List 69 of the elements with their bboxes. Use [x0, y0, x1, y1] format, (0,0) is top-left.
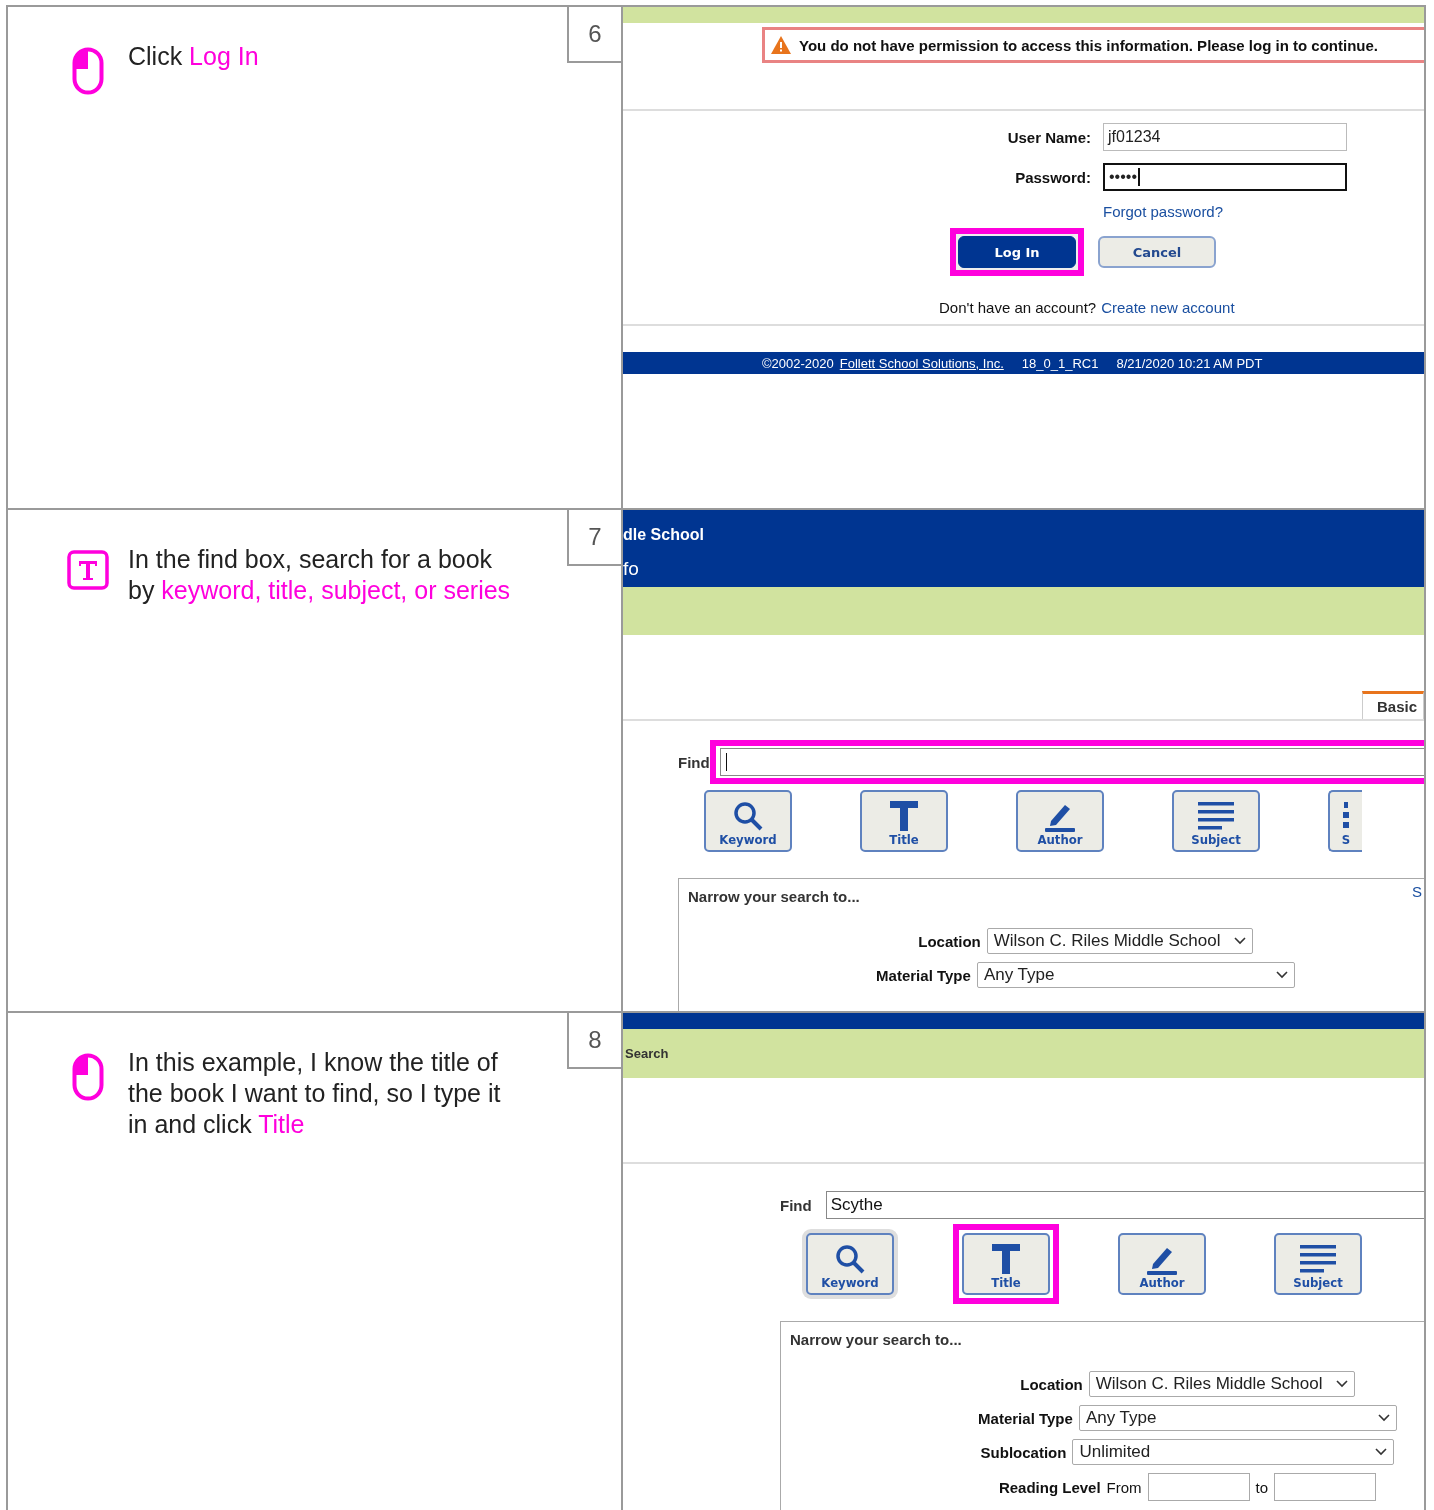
to-input-field[interactable] — [1274, 1473, 1377, 1501]
search-type-button[interactable]: Subject — [1172, 790, 1260, 852]
filter-label: Location — [1020, 1375, 1083, 1393]
mouse-icon — [72, 47, 104, 95]
find-label: Find — [678, 753, 710, 771]
find-field[interactable] — [719, 748, 1424, 776]
step-instruction: Click Log In — [128, 41, 260, 72]
header-text: dle School — [623, 526, 705, 544]
alert-message: You do not have permission to access this information. Please log in to continue. — [799, 36, 1378, 54]
find-field[interactable]: Scythe — [825, 1191, 1424, 1219]
filter-dropdown[interactable]: Any Type — [976, 962, 1295, 988]
search-type-button[interactable]: Title — [860, 790, 948, 852]
to-label: to — [1255, 1478, 1269, 1496]
search-type-button[interactable]: Author — [1118, 1233, 1206, 1295]
filter-label: Material Type — [876, 966, 971, 984]
signup-prompt: Don't have an account? — [939, 298, 1097, 316]
search-type-button[interactable]: Subject — [1274, 1233, 1362, 1295]
text-lines-icon — [1197, 800, 1235, 832]
text-lines-icon — [1299, 1243, 1337, 1275]
filter-dropdown[interactable]: Wilson C. Riles Middle School — [1088, 1371, 1355, 1397]
text-icon — [67, 550, 109, 590]
text-input-field[interactable]: ••••• — [1103, 163, 1347, 191]
version-text: 18_0_1_RC1 — [1021, 355, 1099, 371]
login-button[interactable]: Log In — [958, 236, 1076, 268]
field-label: Password: — [1014, 168, 1091, 186]
header-text: fo — [623, 560, 640, 578]
chevron-down-icon — [1375, 1448, 1388, 1456]
panel-title: Narrow your search to... — [688, 888, 860, 905]
chevron-down-icon — [1335, 1380, 1348, 1388]
from-input-field[interactable] — [1147, 1473, 1250, 1501]
filter-dropdown[interactable]: Wilson C. Riles Middle School — [986, 928, 1253, 954]
warning-icon — [771, 36, 791, 54]
step-number: 6 — [567, 5, 623, 63]
copyright-text: ©2002-2020 — [762, 355, 834, 371]
search-icon — [732, 800, 764, 832]
step-instruction: In this example, I know the title of the book I want to find, so I type it in and click Title — [128, 1047, 502, 1140]
panel-title: Narrow your search to... — [790, 1331, 962, 1348]
from-label: From — [1106, 1478, 1142, 1496]
filter-label: Location — [918, 932, 981, 950]
filter-label: Sublocation — [980, 1443, 1067, 1461]
letter-t-icon — [991, 1243, 1021, 1275]
text-input-field[interactable]: jf01234 — [1103, 123, 1347, 151]
field-label: User Name: — [1006, 128, 1091, 146]
filter-label: Reading Level — [998, 1478, 1101, 1496]
forgot-password-link[interactable]: Forgot password? — [1103, 203, 1347, 220]
step-number: 8 — [567, 1011, 623, 1069]
search-type-button[interactable]: S — [1328, 790, 1362, 852]
search-icon — [834, 1243, 866, 1275]
panel-link[interactable]: S — [1412, 883, 1422, 900]
company-link[interactable]: Follett School Solutions, Inc. — [839, 355, 1004, 371]
step-instruction: In the find box, search for a book by keyword, title, subject, or series — [128, 544, 512, 606]
chevron-down-icon — [1275, 971, 1288, 979]
search-type-button[interactable]: Author — [1016, 790, 1104, 852]
search-type-button[interactable]: Keyword — [704, 790, 792, 852]
step-number: 7 — [567, 508, 623, 566]
find-label: Find — [780, 1196, 812, 1214]
letter-t-icon — [889, 800, 919, 832]
page-title: Search — [624, 1046, 669, 1061]
filter-dropdown[interactable]: Any Type — [1078, 1405, 1397, 1431]
create-account-link[interactable]: Create new account — [1101, 298, 1235, 316]
search-type-button[interactable]: Title — [962, 1233, 1050, 1295]
search-tab[interactable]: Basic — [1362, 691, 1424, 719]
mouse-icon — [72, 1053, 104, 1101]
chevron-down-icon — [1233, 937, 1246, 945]
cancel-button[interactable]: Cancel — [1098, 236, 1216, 268]
timestamp-text: 8/21/2020 10:21 AM PDT — [1116, 355, 1263, 371]
filter-label: Material Type — [978, 1409, 1073, 1427]
chevron-down-icon — [1377, 1414, 1390, 1422]
filter-dropdown[interactable]: Unlimited — [1072, 1439, 1395, 1465]
